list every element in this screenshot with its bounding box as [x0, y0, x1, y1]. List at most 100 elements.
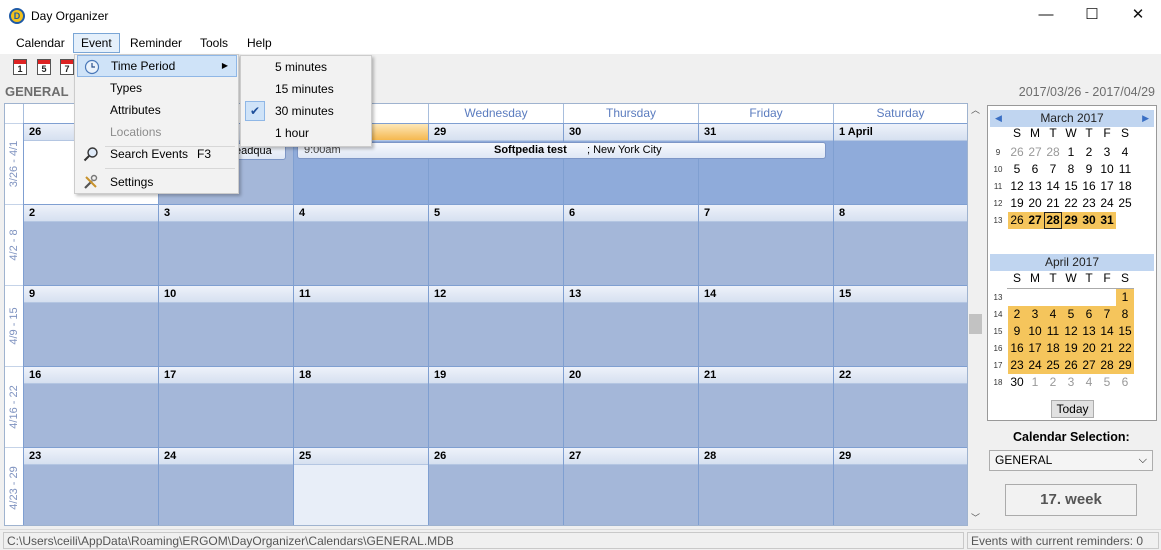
day-cell[interactable]: 16	[23, 366, 158, 447]
mini-day[interactable]: 12	[1008, 178, 1026, 195]
mini-day[interactable]: 15	[1062, 178, 1080, 195]
mini-day[interactable]: 19	[1008, 195, 1026, 212]
day-cell[interactable]: 24	[158, 447, 293, 525]
mini-day[interactable]: 9	[1008, 323, 1026, 340]
menu-item-settings[interactable]: Settings	[77, 171, 237, 193]
day-cell[interactable]: 27	[563, 447, 698, 525]
mini-day[interactable]: 27	[1026, 144, 1044, 161]
mini-day[interactable]: 3	[1026, 306, 1044, 323]
day-cell[interactable]: 28	[698, 447, 833, 525]
mini-day[interactable]: 19	[1062, 340, 1080, 357]
period-1-hour[interactable]: 1 hour	[243, 122, 369, 144]
mini-day[interactable]: 31	[1098, 212, 1116, 229]
day-cell[interactable]: 17	[158, 366, 293, 447]
mini-day[interactable]: 8	[1116, 306, 1134, 323]
mini-day[interactable]: 30	[1008, 374, 1026, 391]
day-cell[interactable]: 8	[833, 204, 967, 285]
mini-day[interactable]: 27	[1026, 212, 1044, 229]
mini-day[interactable]: 21	[1098, 340, 1116, 357]
day-cell[interactable]: 12	[428, 285, 563, 366]
prev-month-icon[interactable]: ◀	[995, 110, 1002, 127]
calendar-select[interactable]: GENERAL ⌵	[989, 450, 1153, 471]
mini-day[interactable]: 28	[1098, 357, 1116, 374]
mini-day[interactable]: 3	[1098, 144, 1116, 161]
period-15-minutes[interactable]: 15 minutes	[243, 78, 369, 100]
maximize-button[interactable]: ☐	[1069, 0, 1115, 30]
mini-day[interactable]: 25	[1116, 195, 1134, 212]
mini-day[interactable]: 18	[1044, 340, 1062, 357]
event-bar-softpedia-test[interactable]: 9:00am Softpedia test; New York City	[297, 142, 826, 159]
menu-help[interactable]: Help	[240, 33, 279, 53]
mini-day[interactable]: 23	[1008, 357, 1026, 374]
menu-reminder[interactable]: Reminder	[123, 33, 189, 53]
scroll-up-icon[interactable]: ︿	[969, 103, 982, 116]
mini-day[interactable]: 28	[1044, 212, 1062, 229]
mini-day[interactable]: 26	[1008, 212, 1026, 229]
menu-event[interactable]: Event	[73, 33, 120, 53]
day-cell[interactable]: 19	[428, 366, 563, 447]
mini-day[interactable]: 17	[1098, 178, 1116, 195]
day-cell[interactable]: 5	[428, 204, 563, 285]
mini-day[interactable]: 6	[1080, 306, 1098, 323]
mini-day[interactable]: 8	[1062, 161, 1080, 178]
mini-day[interactable]: 9	[1080, 161, 1098, 178]
day-cell[interactable]: 20	[563, 366, 698, 447]
mini-day[interactable]: 22	[1116, 340, 1134, 357]
mini-day[interactable]: 1	[1116, 289, 1134, 306]
mini-day[interactable]: 16	[1008, 340, 1026, 357]
menu-calendar[interactable]: Calendar	[9, 33, 72, 53]
vertical-scrollbar[interactable]: ︿ ﹀	[968, 103, 983, 526]
mini-day[interactable]: 4	[1116, 144, 1134, 161]
mini-day[interactable]: 23	[1080, 195, 1098, 212]
mini-day[interactable]: 4	[1044, 306, 1062, 323]
mini-day[interactable]: 20	[1080, 340, 1098, 357]
day-cell[interactable]: 11	[293, 285, 428, 366]
mini-day[interactable]: 10	[1026, 323, 1044, 340]
mini-day[interactable]: 29	[1062, 212, 1080, 229]
mini-day[interactable]: 21	[1044, 195, 1062, 212]
day-cell[interactable]: 9	[23, 285, 158, 366]
menu-item-attributes[interactable]: Attributes	[77, 99, 237, 121]
mini-day[interactable]: 2	[1008, 306, 1026, 323]
day-cell[interactable]: 4	[293, 204, 428, 285]
day-cell[interactable]: 10	[158, 285, 293, 366]
day-cell[interactable]: 3	[158, 204, 293, 285]
mini-day[interactable]: 7	[1044, 161, 1062, 178]
day-cell[interactable]: 30	[563, 123, 698, 204]
day-cell[interactable]: 6	[563, 204, 698, 285]
mini-day[interactable]: 7	[1098, 306, 1116, 323]
menu-item-types[interactable]: Types	[77, 77, 237, 99]
scroll-thumb[interactable]	[969, 314, 982, 334]
period-5-minutes[interactable]: 5 minutes	[243, 56, 369, 78]
mini-day[interactable]: 13	[1026, 178, 1044, 195]
day-cell[interactable]: 22	[833, 366, 967, 447]
mini-day[interactable]: 5	[1008, 161, 1026, 178]
mini-day[interactable]: 14	[1098, 323, 1116, 340]
week-view-icon[interactable]: 7	[60, 59, 74, 75]
mini-day[interactable]: 14	[1044, 178, 1062, 195]
mini-day[interactable]: 29	[1116, 357, 1134, 374]
today-button[interactable]: Today	[1051, 400, 1094, 418]
mini-day[interactable]: 11	[1116, 161, 1134, 178]
menu-item-search-events[interactable]: Search Events F3	[77, 143, 237, 165]
day-cell[interactable]: 18	[293, 366, 428, 447]
day-cell[interactable]: 15	[833, 285, 967, 366]
day-cell[interactable]: 14	[698, 285, 833, 366]
day-cell[interactable]: 26	[428, 447, 563, 525]
mini-day[interactable]: 3	[1062, 374, 1080, 391]
mini-day[interactable]: 26	[1008, 144, 1026, 161]
mini-day[interactable]: 13	[1080, 323, 1098, 340]
mini-day[interactable]: 18	[1116, 178, 1134, 195]
mini-day[interactable]: 30	[1080, 212, 1098, 229]
period-30-minutes[interactable]: ✔ 30 minutes	[243, 100, 369, 122]
mini-day[interactable]: 6	[1026, 161, 1044, 178]
day-cell[interactable]: 1 April	[833, 123, 967, 204]
day-cell[interactable]: 2	[23, 204, 158, 285]
mini-day[interactable]: 6	[1116, 374, 1134, 391]
menu-tools[interactable]: Tools	[193, 33, 235, 53]
minimize-button[interactable]: —	[1023, 0, 1069, 30]
mini-day[interactable]: 22	[1062, 195, 1080, 212]
mini-day[interactable]: 15	[1116, 323, 1134, 340]
mini-day[interactable]: 10	[1098, 161, 1116, 178]
menu-item-time-period[interactable]: Time Period ▶	[77, 55, 237, 77]
